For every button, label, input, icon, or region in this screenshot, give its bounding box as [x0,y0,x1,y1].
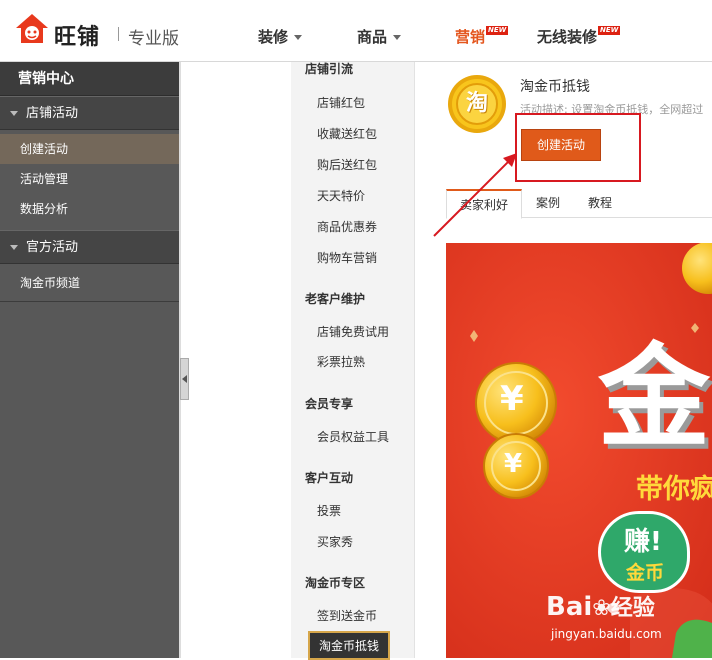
paw-icon: ❀ [592,596,611,621]
triangle-down-icon [10,245,18,250]
new-badge: NEW [598,26,621,35]
link-vote[interactable]: 投票 [317,502,341,519]
link-cart-marketing[interactable]: 购物车营销 [317,249,377,266]
nav-decorate-label: 装修 [258,28,289,46]
section-title: 淘金币专区 [305,576,366,590]
baidu-watermark: Bai❀经验 [546,590,655,622]
section-title: 会员专享 [305,397,354,411]
link-post-purchase-coupon[interactable]: 购后送红包 [317,156,377,173]
brand-name: 旺铺 [54,25,101,50]
brand-separator [118,27,119,41]
earn-badge-line2: 金币 [626,562,665,584]
nav-mobile-decorate-label: 无线装修 [537,28,598,46]
link-checkin-coins[interactable]: 签到送金币 [317,607,377,624]
chevron-down-icon [393,35,402,40]
watermark-brand-cn: 经验 [610,596,655,621]
tab-tutorial[interactable]: 教程 [580,189,620,218]
edition-label: 专业版 [128,29,179,49]
sidebar-item-activity-management[interactable]: 活动管理 [0,164,179,194]
link-favorite-coupon[interactable]: 收藏送红包 [317,125,377,142]
promo-banner: ¥ ¥ 金 带你疯 赚! 金币 Bai❀经验 jingyan.baidu.com [446,243,712,658]
activity-content: 淘 淘金币抵钱 活动描述: 设置淘金币抵钱，全网超过 创建活动 卖家利好 案例 … [416,62,712,658]
triangle-down-icon [10,111,18,116]
sidebar-group-official-activities[interactable]: 官方活动 [0,230,179,264]
chevron-left-icon [182,375,187,383]
banner-slogan: 带你疯 [636,474,712,505]
tab-cases[interactable]: 案例 [528,189,568,218]
tab-seller-benefits[interactable]: 卖家利好 [446,189,522,219]
store-logo-icon[interactable] [14,12,50,46]
create-activity-button[interactable]: 创建活动 [521,129,601,161]
chevron-down-icon [294,35,303,40]
banner-big-character: 金 [598,333,710,463]
top-header: 旺铺 专业版 装修 商品 营销 NEW 无线装修 NEW [0,0,712,62]
link-lottery[interactable]: 彩票拉熟 [317,353,365,370]
section-title: 客户互动 [305,471,354,485]
coin-logo-char: 淘 [465,91,488,116]
sidebar-item-create-activity[interactable]: 创建活动 [0,134,179,164]
nav-products[interactable]: 商品 [357,26,402,47]
yen-symbol: ¥ [504,449,523,479]
sidebar-item-taojinbi-channel[interactable]: 淘金币频道 [0,268,179,298]
sidebar-title: 营销中心 [0,62,179,96]
activity-title: 淘金币抵钱 [520,79,590,95]
nav-marketing[interactable]: 营销 NEW [455,26,509,47]
link-member-benefits[interactable]: 会员权益工具 [317,428,389,445]
link-free-trial[interactable]: 店铺免费试用 [317,323,389,340]
link-daily-special[interactable]: 天天特价 [317,187,365,204]
left-sidebar: 营销中心 店铺活动 创建活动 活动管理 数据分析 官方活动 淘金币频道 [0,62,179,658]
section-title: 老客户维护 [305,292,366,306]
link-product-coupon[interactable]: 商品优惠券 [317,218,377,235]
sidebar-collapse-handle[interactable] [180,358,189,400]
watermark-brand: Bai [546,592,593,622]
activity-tabs: 卖家利好 案例 教程 [446,189,712,219]
nav-products-label: 商品 [357,28,388,46]
earn-badge-line1: 赚! [624,527,662,557]
sidebar-group-label: 店铺活动 [26,106,79,121]
sidebar-group-label: 官方活动 [26,240,79,255]
link-store-coupon[interactable]: 店铺红包 [317,94,365,111]
link-taojinbi-discount[interactable]: 淘金币抵钱 [308,631,391,660]
nav-decorate[interactable]: 装修 [258,26,303,47]
earn-coins-badge: 赚! 金币 [598,511,690,593]
watermark-url: jingyan.baidu.com [551,627,662,641]
link-buyer-show[interactable]: 买家秀 [317,533,353,550]
sidebar-item-data-analysis[interactable]: 数据分析 [0,194,179,224]
new-badge: NEW [486,26,509,35]
marketing-tools-nav: 店铺引流 店铺红包 收藏送红包 购后送红包 天天特价 商品优惠券 购物车营销 老… [291,62,415,660]
sidebar-group-store-activities[interactable]: 店铺活动 [0,96,179,130]
nav-mobile-decorate[interactable]: 无线装修 NEW [537,26,621,47]
nav-marketing-label: 营销 [455,28,486,46]
yen-symbol: ¥ [500,379,524,419]
section-title: 店铺引流 [305,62,354,76]
